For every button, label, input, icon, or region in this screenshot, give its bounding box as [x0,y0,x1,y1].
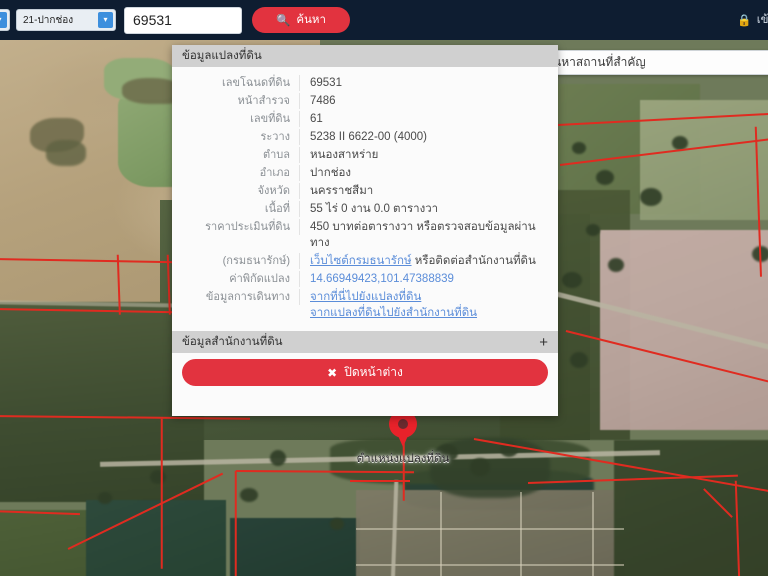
chevron-down-icon: ▾ [0,12,7,28]
map-plot-divider [356,564,624,566]
row-value: 55 ไร่ 0 งาน 0.0 ตารางวา [310,203,439,215]
map-tree [562,272,582,288]
table-row: อำเภอ ปากช่อง [172,165,548,181]
row-label: ราคาประเมินที่ดิน [172,219,300,235]
row-value: จากที่นี่ไปยังแปลงที่ดิน จากแปลงที่ดินไป… [300,289,477,321]
application-root: ตำแหน่งแปลงที่ดิน ▾ 21-ปากช่อง ▾ 🔍 ค้นหา… [0,0,768,576]
route-to-parcel-link[interactable]: จากที่นี่ไปยังแปลงที่ดิน [310,289,477,305]
district-select-value: 21-ปากช่อง [23,14,74,26]
price-value-tail: หรือติดต่อสำนักงานที่ดิน [414,255,536,267]
map-plot-divider [520,492,522,576]
row-label: เนื้อที่ [172,201,300,217]
map-water-body-1 [86,500,226,576]
row-value: 61 [310,113,323,125]
row-value: 450 บาทต่อตารางวา หรือตรวจสอบข้อมูลผ่านท… [310,221,536,249]
row-value: 69531 [310,77,342,89]
map-field-pale-right [600,230,768,430]
table-row-price: ราคาประเมินที่ดิน 450 บาทต่อตารางวา หรือ… [172,219,548,251]
row-label: หน้าสำรวจ [172,93,300,109]
parcel-info-table: เลขโฉนดที่ดิน 69531 หน้าสำรวจ 7486 เลขที่ดิน… [172,67,558,331]
route-to-land-office-link[interactable]: จากแปลงที่ดินไปยังสำนักงานที่ดิน [310,305,477,321]
treasury-website-link[interactable]: เว็บไซต์กรมธนารักษ์ [310,255,412,267]
map-tree [330,518,344,530]
table-row-travel: ข้อมูลการเดินทาง จากที่นี่ไปยังแปลงที่ดิ… [172,289,548,321]
row-label: เลขที่ดิน [172,111,300,127]
row-label: ระวาง [172,129,300,145]
parcel-boundary-line [235,470,237,576]
map-tree [150,470,166,484]
table-row: เนื้อที่ 55 ไร่ 0 งาน 0.0 ตารางวา [172,201,548,217]
top-toolbar: ▾ 21-ปากช่อง ▾ 🔍 ค้นหา 🔒 เข้าสู่ [0,0,768,40]
parcel-number-input[interactable] [124,6,242,34]
search-icon: 🔍 [276,15,291,27]
table-row-price-source: (กรมธนารักษ์) เว็บไซต์กรมธนารักษ์ หรือติ… [172,253,548,269]
panel-footer: ✖ ปิดหน้าต่าง [172,353,558,400]
lock-icon: 🔒 [737,15,752,27]
map-plot-divider [592,492,594,576]
marker-label: ตำแหน่งแปลงที่ดิน [356,453,450,465]
table-row: ตำบล หนองสาหร่าย [172,147,548,163]
map-tree [586,224,600,236]
row-value: ปากช่อง [310,167,352,179]
panel-title: ข้อมูลแปลงที่ดิน [182,50,262,62]
row-value: 5238 II 6622-00 (4000) [310,131,428,143]
panel-bottom-spacer [172,400,558,416]
chevron-down-icon: ▾ [98,12,113,28]
login-label: เข้าสู่ [756,14,768,26]
land-office-section-header[interactable]: ข้อมูลสำนักงานที่ดิน + [172,331,558,353]
row-label: ตำบล [172,147,300,163]
map-tree [98,492,112,504]
map-tree [596,170,614,185]
row-label: (กรมธนารักษ์) [172,253,300,269]
map-tree [570,352,588,368]
map-tree [608,258,624,272]
close-window-button[interactable]: ✖ ปิดหน้าต่าง [182,359,548,386]
parcel-boundary-line [350,480,410,482]
map-tree [240,488,258,502]
map-plot-divider [440,492,442,576]
district-select[interactable]: 21-ปากช่อง ▾ [16,9,116,31]
row-value: หนองสาหร่าย [310,149,379,161]
table-row: ระวาง 5238 II 6622-00 (4000) [172,129,548,145]
land-office-section-title: ข้อมูลสำนักงานที่ดิน [182,336,283,348]
row-label: เลขโฉนดที่ดิน [172,75,300,91]
row-value: เว็บไซต์กรมธนารักษ์ หรือติดต่อสำนักงานที… [300,253,536,269]
map-scrub-b [46,140,86,166]
table-row: เลขโฉนดที่ดิน 69531 [172,75,548,91]
coordinates-value[interactable]: 14.66949423,101.47388839 [300,271,454,287]
close-window-label: ปิดหน้าต่าง [344,365,403,379]
login-button[interactable]: 🔒 เข้าสู่ [737,11,768,29]
province-select[interactable]: ▾ [0,9,10,31]
row-label: ค่าพิกัดแปลง [172,271,300,287]
close-x-icon: ✖ [327,365,338,380]
place-search-box[interactable]: ค้นหาสถานที่สำคัญ [536,50,768,75]
parcel-info-panel: ข้อมูลแปลงที่ดิน เลขโฉนดที่ดิน 69531 หน้าส… [172,45,558,416]
map-tree [640,188,662,206]
place-search-placeholder: ค้นหาสถานที่สำคัญ [545,55,646,69]
plus-icon[interactable]: + [539,335,548,350]
row-value: 7486 [310,95,336,107]
map-tree [270,450,286,466]
row-label: จังหวัด [172,183,300,199]
table-row-coordinates: ค่าพิกัดแปลง 14.66949423,101.47388839 [172,271,548,287]
parcel-location-marker[interactable]: ตำแหน่งแปลงที่ดิน [328,410,478,480]
search-button-label: ค้นหา [296,14,326,26]
table-row: หน้าสำรวจ 7486 [172,93,548,109]
parcel-boundary-line [161,418,163,569]
row-label: ข้อมูลการเดินทาง [172,289,300,305]
search-button[interactable]: 🔍 ค้นหา [252,7,350,33]
row-value: นครราชสีมา [310,185,374,197]
parcel-info-header: ข้อมูลแปลงที่ดิน [172,45,558,67]
table-row: จังหวัด นครราชสีมา [172,183,548,199]
map-treeline-right [614,440,768,576]
map-tree [572,142,586,154]
row-label: อำเภอ [172,165,300,181]
table-row: เลขที่ดิน 61 [172,111,548,127]
